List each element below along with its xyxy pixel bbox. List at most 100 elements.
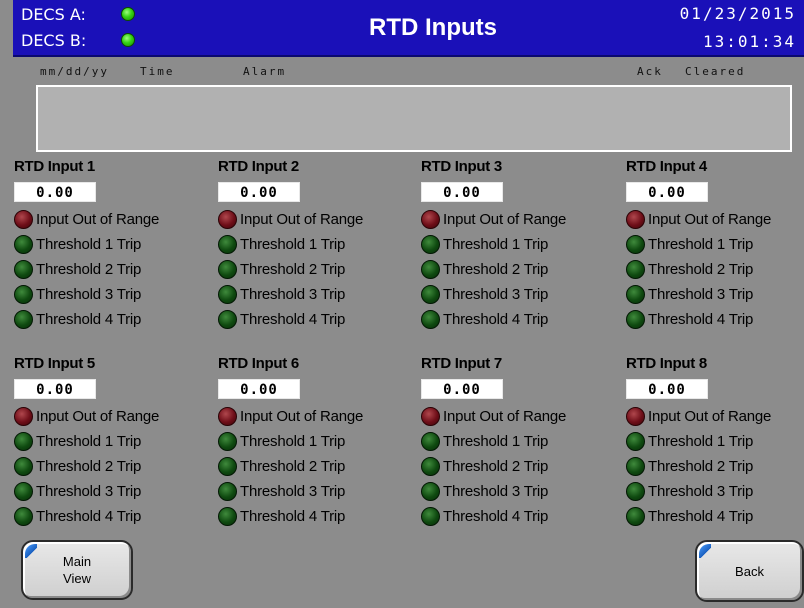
indicator-threshold-4: Threshold 4 Trip <box>14 307 214 332</box>
indicator-label: Threshold 3 Trip <box>648 286 754 303</box>
indicator-label: Threshold 2 Trip <box>443 458 549 475</box>
rtd-input-value: 0.00 <box>218 182 300 202</box>
indicator-label: Threshold 2 Trip <box>443 261 549 278</box>
indicator-threshold-3: Threshold 3 Trip <box>421 282 621 307</box>
main-view-button[interactable]: Main View <box>21 540 133 600</box>
rtd-input-value: 0.00 <box>626 379 708 399</box>
back-button[interactable]: Back <box>695 540 804 602</box>
led-green-icon <box>14 310 33 329</box>
led-green-icon <box>218 310 237 329</box>
led-red-icon <box>626 210 645 229</box>
decs-b-status: DECS B: <box>21 30 135 50</box>
indicator-out-of-range: Input Out of Range <box>14 207 214 232</box>
indicator-label: Threshold 1 Trip <box>648 236 754 253</box>
indicator-label: Input Out of Range <box>443 211 567 228</box>
alarm-col-ack: Ack <box>637 65 663 78</box>
indicator-threshold-2: Threshold 2 Trip <box>218 257 418 282</box>
rtd-input-value: 0.00 <box>626 182 708 202</box>
rtd-input-value: 0.00 <box>14 379 96 399</box>
indicator-label: Threshold 1 Trip <box>648 433 754 450</box>
indicator-label: Threshold 4 Trip <box>648 508 754 525</box>
rtd-input-title: RTD Input 6 <box>218 355 299 372</box>
indicator-threshold-2: Threshold 2 Trip <box>626 257 804 282</box>
indicator-label: Threshold 2 Trip <box>648 261 754 278</box>
indicator-label: Input Out of Range <box>240 408 364 425</box>
rtd-input-5: RTD Input 5 0.00 Input Out of Range Thresho… <box>14 354 214 529</box>
rtd-input-4: RTD Input 4 0.00 Input Out of Range Thresho… <box>626 157 804 332</box>
indicator-label: Input Out of Range <box>36 408 160 425</box>
indicator-label: Threshold 3 Trip <box>36 286 142 303</box>
indicator-label: Threshold 4 Trip <box>36 311 142 328</box>
indicator-label: Threshold 4 Trip <box>36 508 142 525</box>
decs-b-led-icon <box>121 33 135 47</box>
indicator-label: Threshold 2 Trip <box>240 261 346 278</box>
page-title: RTD Inputs <box>369 14 497 41</box>
led-green-icon <box>626 482 645 501</box>
rtd-input-title: RTD Input 8 <box>626 355 707 372</box>
indicator-threshold-2: Threshold 2 Trip <box>14 454 214 479</box>
button-corner-icon <box>25 544 37 558</box>
rtd-input-title: RTD Input 1 <box>14 158 95 175</box>
indicator-threshold-2: Threshold 2 Trip <box>14 257 214 282</box>
indicator-threshold-1: Threshold 1 Trip <box>218 232 418 257</box>
decs-b-label: DECS B: <box>21 30 87 50</box>
led-green-icon <box>14 285 33 304</box>
led-green-icon <box>421 482 440 501</box>
indicator-threshold-3: Threshold 3 Trip <box>626 479 804 504</box>
led-green-icon <box>218 457 237 476</box>
indicator-label: Threshold 2 Trip <box>36 458 142 475</box>
indicator-out-of-range: Input Out of Range <box>218 404 418 429</box>
led-green-icon <box>626 457 645 476</box>
indicator-threshold-3: Threshold 3 Trip <box>626 282 804 307</box>
led-green-icon <box>421 310 440 329</box>
indicator-label: Threshold 1 Trip <box>443 236 549 253</box>
indicator-label: Threshold 1 Trip <box>240 236 346 253</box>
alarm-col-cleared: Cleared <box>685 65 746 78</box>
indicator-threshold-4: Threshold 4 Trip <box>14 504 214 529</box>
indicator-threshold-2: Threshold 2 Trip <box>218 454 418 479</box>
led-red-icon <box>626 407 645 426</box>
indicator-out-of-range: Input Out of Range <box>14 404 214 429</box>
indicator-label: Threshold 3 Trip <box>443 483 549 500</box>
indicator-label: Threshold 2 Trip <box>240 458 346 475</box>
rtd-input-title: RTD Input 2 <box>218 158 299 175</box>
rtd-input-value: 0.00 <box>421 379 503 399</box>
indicator-threshold-1: Threshold 1 Trip <box>626 429 804 454</box>
indicator-threshold-4: Threshold 4 Trip <box>421 504 621 529</box>
decs-a-status: DECS A: <box>21 4 135 24</box>
button-corner-icon <box>699 544 711 558</box>
indicator-threshold-3: Threshold 3 Trip <box>218 282 418 307</box>
indicator-threshold-3: Threshold 3 Trip <box>421 479 621 504</box>
alarm-list[interactable] <box>36 85 792 152</box>
rtd-input-value: 0.00 <box>218 379 300 399</box>
indicator-label: Threshold 3 Trip <box>240 286 346 303</box>
led-green-icon <box>421 260 440 279</box>
indicator-label: Threshold 3 Trip <box>240 483 346 500</box>
indicator-threshold-4: Threshold 4 Trip <box>626 504 804 529</box>
led-green-icon <box>14 507 33 526</box>
indicator-label: Threshold 2 Trip <box>36 261 142 278</box>
header-bar: DECS A: DECS B: RTD Inputs 01/23/2015 13… <box>13 0 804 57</box>
led-green-icon <box>626 235 645 254</box>
rtd-input-value: 0.00 <box>14 182 96 202</box>
indicator-threshold-2: Threshold 2 Trip <box>421 454 621 479</box>
indicator-label: Threshold 1 Trip <box>443 433 549 450</box>
led-green-icon <box>14 482 33 501</box>
indicator-label: Threshold 4 Trip <box>240 508 346 525</box>
rtd-input-6: RTD Input 6 0.00 Input Out of Range Thresho… <box>218 354 418 529</box>
indicator-out-of-range: Input Out of Range <box>218 207 418 232</box>
led-green-icon <box>626 507 645 526</box>
main-view-line2: View <box>63 571 91 586</box>
led-red-icon <box>218 407 237 426</box>
indicator-label: Threshold 1 Trip <box>36 433 142 450</box>
led-green-icon <box>626 285 645 304</box>
rtd-input-title: RTD Input 3 <box>421 158 502 175</box>
led-green-icon <box>218 507 237 526</box>
led-red-icon <box>421 407 440 426</box>
main-view-line1: Main <box>62 554 92 569</box>
led-green-icon <box>218 432 237 451</box>
indicator-threshold-1: Threshold 1 Trip <box>14 232 214 257</box>
indicator-threshold-1: Threshold 1 Trip <box>421 429 621 454</box>
led-red-icon <box>14 407 33 426</box>
decs-a-led-icon <box>121 7 135 21</box>
